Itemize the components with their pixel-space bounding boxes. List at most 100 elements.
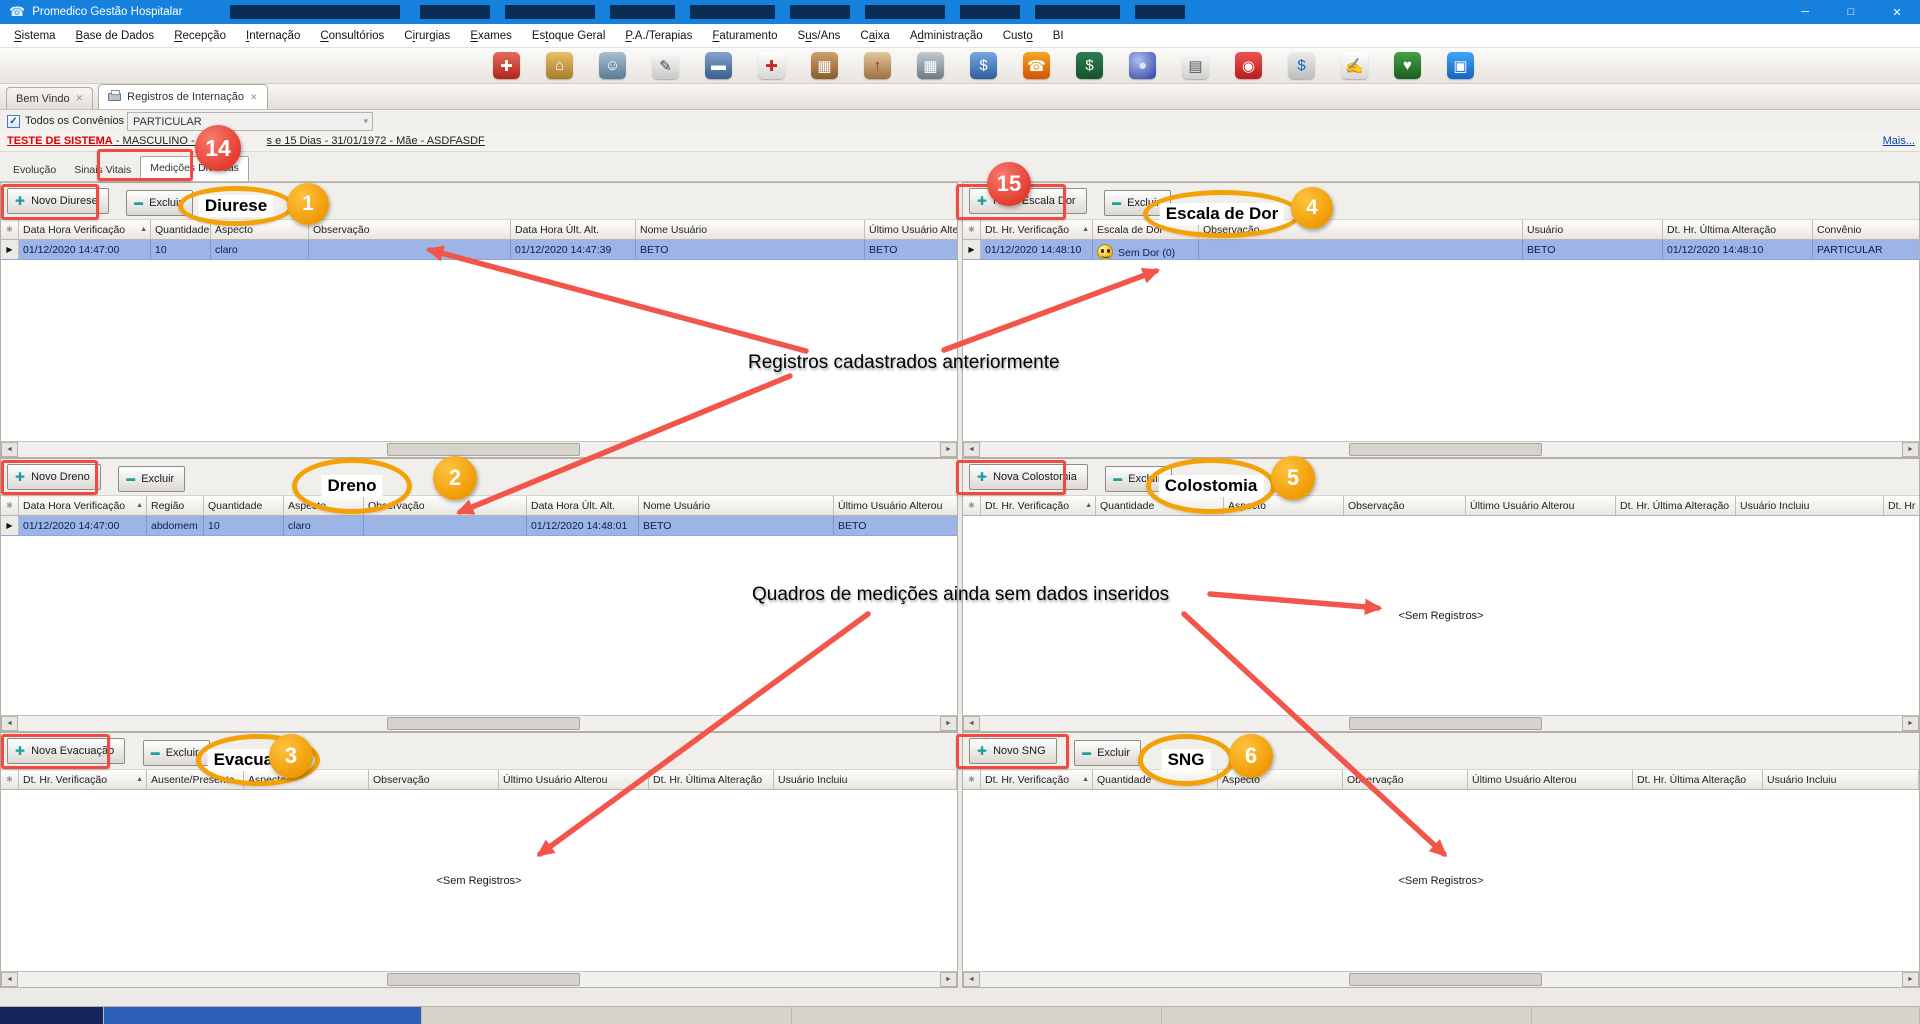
media-icon[interactable]: ▣ xyxy=(1447,52,1474,79)
column-header-ultimo-usuario-alterou[interactable]: Último Usuário Alterou xyxy=(1466,496,1616,515)
excluir-colostomia-button[interactable]: ▬Excluir xyxy=(1105,466,1172,492)
scroll-left-button[interactable]: ◄ xyxy=(1,972,18,987)
column-header-regiao[interactable]: Região xyxy=(147,496,204,515)
table-row[interactable]: ▶01/12/2020 14:48:10Sem Dor (0)BETO01/12… xyxy=(963,240,1919,260)
column-header-usuario-incluiu[interactable]: Usuário Incluiu xyxy=(1763,770,1919,789)
column-header-observacao[interactable]: Observação xyxy=(1199,220,1523,239)
nova-colostomia-button[interactable]: ✚Nova Colostomia xyxy=(969,464,1088,490)
column-header-convenio[interactable]: Convênio xyxy=(1813,220,1919,239)
finance-chart-icon[interactable]: $ xyxy=(970,52,997,79)
grid-corner-icon[interactable]: ✱ xyxy=(963,770,981,789)
excluir-evacuacao-button[interactable]: ▬Excluir xyxy=(143,740,210,766)
minimize-button[interactable]: ─ xyxy=(1782,0,1828,24)
nova-evacuacao-button[interactable]: ✚Nova Evacuação xyxy=(7,738,125,764)
column-header-dt-hr-verificacao[interactable]: Dt. Hr. Verificação▲ xyxy=(19,770,147,789)
column-header-dt-hr-verificacao[interactable]: Dt. Hr. Verificação▲ xyxy=(981,220,1093,239)
scroll-thumb[interactable] xyxy=(1349,973,1543,986)
tab-registros-de-internacao[interactable]: Registros de Internação ✕ xyxy=(98,84,267,109)
column-header-dt-hr-ultima-alteracao[interactable]: Dt. Hr. Última Alteração xyxy=(649,770,774,789)
menu-item-caixa[interactable]: Caixa xyxy=(850,30,899,42)
tab-sinais-vitais[interactable]: Sinais Vitais xyxy=(65,159,140,181)
menu-item-exames[interactable]: Exames xyxy=(460,30,522,42)
menu-item-administracao[interactable]: Administração xyxy=(900,30,993,42)
column-header-observacao[interactable]: Observação xyxy=(1343,770,1468,789)
excluir-sng-button[interactable]: ▬Excluir xyxy=(1074,740,1141,766)
column-header-observacao[interactable]: Observação xyxy=(309,220,511,239)
column-header-quantidade[interactable]: Quantidade xyxy=(151,220,211,239)
patient-records-icon[interactable]: ⌂ xyxy=(546,52,573,79)
scroll-thumb[interactable] xyxy=(387,717,581,730)
horizontal-scrollbar[interactable]: ◄► xyxy=(963,971,1919,987)
scroll-track[interactable] xyxy=(980,716,1902,731)
column-header-dt-hr-verificacao[interactable]: Dt. Hr. Verificação▲ xyxy=(981,496,1096,515)
convenio-select[interactable]: PARTICULAR ▾ xyxy=(127,112,373,131)
column-header-ultimo-usuario-alterou[interactable]: Último Usuário Alterou xyxy=(499,770,649,789)
scroll-left-button[interactable]: ◄ xyxy=(963,442,980,457)
scroll-right-button[interactable]: ► xyxy=(1902,442,1919,457)
scroll-thumb[interactable] xyxy=(387,443,581,456)
billing-icon[interactable]: $ xyxy=(1288,52,1315,79)
mais-link[interactable]: Mais... xyxy=(1883,135,1915,147)
close-icon[interactable]: ✕ xyxy=(250,92,258,103)
scroll-left-button[interactable]: ◄ xyxy=(1,442,18,457)
scroll-track[interactable] xyxy=(18,972,940,987)
chat-sphere-icon[interactable]: ● xyxy=(1129,52,1156,79)
ambulance-icon[interactable]: ✚ xyxy=(758,52,785,79)
menu-item-cirurgias[interactable]: Cirurgias xyxy=(394,30,460,42)
menu-item-recepcao[interactable]: Recepção xyxy=(164,30,236,42)
todos-convenios-checkbox[interactable]: ✓ xyxy=(7,115,20,128)
scroll-right-button[interactable]: ► xyxy=(940,972,957,987)
column-header-dt-hr[interactable]: Dt. Hr xyxy=(1884,496,1919,515)
column-header-aspecto[interactable]: Aspecto xyxy=(244,770,369,789)
menu-item-p-a-terapias[interactable]: P.A./Terapias xyxy=(615,30,702,42)
table-row[interactable]: ▶01/12/2020 14:47:0010claro01/12/2020 14… xyxy=(1,240,957,260)
scroll-left-button[interactable]: ◄ xyxy=(963,972,980,987)
scroll-track[interactable] xyxy=(980,442,1902,457)
horizontal-scrollbar[interactable]: ◄► xyxy=(1,971,957,987)
column-header-nome-usuario[interactable]: Nome Usuário xyxy=(639,496,834,515)
scroll-thumb[interactable] xyxy=(1349,717,1543,730)
tab-bem-vindo[interactable]: Bem Vindo ✕ xyxy=(6,87,93,109)
tab-medicoes-diversas[interactable]: Medições Diversas xyxy=(140,156,249,181)
horizontal-scrollbar[interactable]: ◄► xyxy=(963,715,1919,731)
column-header-ultimo-usuario-alterou[interactable]: Último Usuário Alterou xyxy=(865,220,957,239)
phonebook-icon[interactable]: ☎ xyxy=(1023,52,1050,79)
column-header-ultimo-usuario-alterou[interactable]: Último Usuário Alterou xyxy=(1468,770,1633,789)
scroll-right-button[interactable]: ► xyxy=(940,442,957,457)
novo-diurese-button[interactable]: ✚Novo Diurese xyxy=(7,188,109,214)
menu-item-custo[interactable]: Custo xyxy=(993,30,1043,42)
grid-corner-icon[interactable]: ✱ xyxy=(1,770,19,789)
doctor-icon[interactable]: ☺ xyxy=(599,52,626,79)
column-header-quantidade[interactable]: Quantidade xyxy=(204,496,284,515)
menu-item-faturamento[interactable]: Faturamento xyxy=(702,30,787,42)
horizontal-scrollbar[interactable]: ◄► xyxy=(963,441,1919,457)
column-header-ultimo-usuario-alterou[interactable]: Último Usuário Alterou xyxy=(834,496,957,515)
ledger-icon[interactable]: $ xyxy=(1076,52,1103,79)
close-button[interactable]: ✕ xyxy=(1874,0,1920,24)
scroll-track[interactable] xyxy=(18,442,940,457)
excluir-diurese-button[interactable]: ▬Excluir xyxy=(126,190,193,216)
maximize-button[interactable]: □ xyxy=(1828,0,1874,24)
tab-evolucao[interactable]: Evolução xyxy=(4,159,65,181)
menu-item-base-de-dados[interactable]: Base de Dados xyxy=(66,30,165,42)
column-header-data-hora-verificacao[interactable]: Data Hora Verificação▲ xyxy=(19,496,147,515)
column-header-escala-de-dor[interactable]: Escala de Dor xyxy=(1093,220,1199,239)
scroll-right-button[interactable]: ► xyxy=(1902,716,1919,731)
menu-item-estoque-geral[interactable]: Estoque Geral xyxy=(522,30,616,42)
report-icon[interactable]: ▤ xyxy=(1182,52,1209,79)
grid-corner-icon[interactable]: ✱ xyxy=(1,496,19,515)
column-header-nome-usuario[interactable]: Nome Usuário xyxy=(636,220,865,239)
column-header-aspecto[interactable]: Aspecto xyxy=(1224,496,1344,515)
safe-icon[interactable]: ▦ xyxy=(917,52,944,79)
nova-escala-dor-button[interactable]: ✚Nova Escala Dor xyxy=(969,188,1087,214)
grid-corner-icon[interactable]: ✱ xyxy=(963,496,981,515)
scroll-right-button[interactable]: ► xyxy=(1902,972,1919,987)
column-header-dt-hr-ultima-alteracao[interactable]: Dt. Hr. Última Alteração xyxy=(1663,220,1813,239)
column-header-aspecto[interactable]: Aspecto xyxy=(1218,770,1343,789)
column-header-observacao[interactable]: Observação xyxy=(1344,496,1466,515)
scroll-left-button[interactable]: ◄ xyxy=(1,716,18,731)
novo-dreno-button[interactable]: ✚Novo Dreno xyxy=(7,464,101,490)
scroll-right-button[interactable]: ► xyxy=(940,716,957,731)
novo-sng-button[interactable]: ✚Novo SNG xyxy=(969,738,1057,764)
menu-item-bi[interactable]: BI xyxy=(1043,30,1074,42)
